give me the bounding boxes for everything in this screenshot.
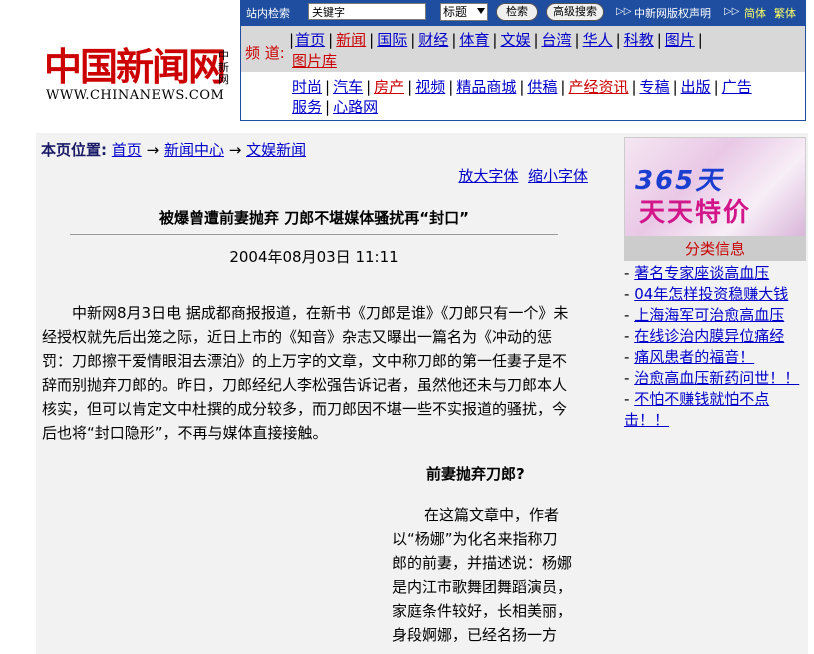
nav-item-video[interactable]: 视频 xyxy=(415,78,445,96)
nav-item-world[interactable]: 国际 xyxy=(377,31,407,49)
simplified-link[interactable]: 简体 xyxy=(744,5,766,21)
nav-line-2b: 服务 | 心路网 xyxy=(292,98,379,116)
breadcrumb-ent-news[interactable]: 文娱新闻 xyxy=(246,141,306,159)
nav-item-finance[interactable]: 财经 xyxy=(418,31,448,49)
nav-item-entertainment[interactable]: 文娱 xyxy=(500,31,530,49)
search-field-value: 标题 xyxy=(443,5,468,19)
nav-item-mall[interactable]: 精品商城 xyxy=(456,78,516,96)
advanced-search-button[interactable]: 高级搜索 xyxy=(546,3,604,21)
site-logo[interactable]: 中国新闻网 中新网 WWW.CHINANEWS.COM xyxy=(40,44,240,108)
nav-item-auto[interactable]: 汽车 xyxy=(333,78,363,96)
search-field-select[interactable]: 标题 xyxy=(440,3,488,21)
breadcrumb: 本页位置: 首页 → 新闻中心 → 文娱新闻 xyxy=(41,139,306,160)
shrink-font-link[interactable]: 缩小字体 xyxy=(528,167,588,185)
article-date: 2004年08月03日 11:11 xyxy=(229,248,399,266)
logo-english: WWW.CHINANEWS.COM xyxy=(46,88,225,103)
classified-link[interactable]: 著名专家座谈高血压 xyxy=(634,264,769,282)
list-item: - 痛风患者的福音！ xyxy=(624,348,755,366)
chevron-down-icon xyxy=(477,8,485,14)
nav-item-taiwan[interactable]: 台湾 xyxy=(542,31,572,49)
search-bar: 站内检索 关键字 标题 检索 高级搜索 ▷▷ 中新网版权声明 ▷▷ 简体 繁体 xyxy=(240,0,806,25)
double-arrow-icon: ▷▷ xyxy=(616,6,632,17)
search-input[interactable]: 关键字 xyxy=(308,3,426,20)
traditional-link[interactable]: 繁体 xyxy=(774,5,796,21)
nav-item-supply[interactable]: 供稿 xyxy=(527,78,557,96)
nav-item-home[interactable]: 首页 xyxy=(295,31,325,49)
classified-link[interactable]: 在线诊治内膜异位痛经 xyxy=(634,327,784,345)
nav-item-overseas[interactable]: 华人 xyxy=(583,31,613,49)
logo-chinese: 中国新闻网 xyxy=(44,44,226,89)
nav-item-xinlu[interactable]: 心路网 xyxy=(333,98,378,116)
nav-line-1: |首页 | 新闻 | 国际 | 财经 | 体育 | 文娱 | 台湾 | 华人 | 科教 | 图片 | xyxy=(289,31,703,49)
search-label: 站内检索 xyxy=(246,7,290,20)
breadcrumb-news-center[interactable]: 新闻中心 xyxy=(164,141,224,159)
nav-item-photos[interactable]: 图片 xyxy=(665,31,695,49)
double-arrow-icon: ▷▷ xyxy=(724,6,740,17)
channel-nav: 频 道: |首页 | 新闻 | 国际 | 财经 | 体育 | 文娱 | 台湾 | 华人 | 科教 | 图片 | 图片库… xyxy=(240,25,806,121)
nav-item-services[interactable]: 服务 xyxy=(292,98,322,116)
nav-item-realestate[interactable]: 房产 xyxy=(374,78,404,96)
nav-item-photo-library[interactable]: 图片库 xyxy=(292,52,337,70)
classified-link[interactable]: 痛风患者的福音！ xyxy=(634,348,754,366)
breadcrumb-home[interactable]: 首页 xyxy=(112,141,142,159)
list-item: - 不怕不赚钱就怕不点击！！ xyxy=(624,390,770,429)
right-sidebar: 365天 天天特价 分类信息 - 著名专家座谈高血压 - 04年怎样投资稳赚大钱… xyxy=(622,133,808,654)
nav-item-industry-info[interactable]: 产经资讯 xyxy=(568,78,628,96)
title-divider xyxy=(70,234,558,235)
list-item: - 在线诊治内膜异位痛经 xyxy=(624,327,785,345)
classified-link[interactable]: 上海海军可治愈高血压 xyxy=(634,306,784,324)
breadcrumb-label: 本页位置: xyxy=(41,141,107,159)
list-item: - 治愈高血压新药问世！！ xyxy=(624,369,800,387)
classified-heading: 分类信息 xyxy=(624,237,806,261)
classified-list: - 著名专家座谈高血压 - 04年怎样投资稳赚大钱 - 上海海军可治愈高血压 -… xyxy=(624,263,806,431)
nav-item-sports[interactable]: 体育 xyxy=(459,31,489,49)
classified-link[interactable]: 04年怎样投资稳赚大钱 xyxy=(634,285,788,303)
nav-item-news[interactable]: 新闻 xyxy=(336,31,366,49)
article-paragraph: 在这篇文章中，作者以“杨娜”为化名来指称刀郎的前妻，并描述说：杨娜是内江市歌舞团… xyxy=(392,506,572,644)
article-title: 被爆曾遭前妻抛弃 刀郎不堪媒体骚扰再“封口” xyxy=(159,209,469,227)
font-size-controls: 放大字体 缩小字体 xyxy=(458,165,588,186)
list-item: - 上海海军可治愈高血压 xyxy=(624,306,785,324)
logo-side-text: 中新网 xyxy=(218,49,229,86)
nav-line-1b: 图片库 xyxy=(291,52,338,71)
breadcrumb-arrow: → xyxy=(228,141,242,159)
nav-item-fashion[interactable]: 时尚 xyxy=(292,78,322,96)
article-panel: 本页位置: 首页 → 新闻中心 → 文娱新闻 放大字体 缩小字体 被爆曾遭前妻抛… xyxy=(36,133,622,654)
nav-line-2: 时尚 | 汽车 | 房产 | 视频 | 精品商城 | 供稿 | 产经资讯 | 专稿 | 出版 | 广告 xyxy=(292,78,752,96)
search-button[interactable]: 检索 xyxy=(496,3,538,21)
classified-link[interactable]: 治愈高血压新药问世！！ xyxy=(634,369,799,387)
list-item: - 04年怎样投资稳赚大钱 xyxy=(624,285,789,303)
nav-item-publishing[interactable]: 出版 xyxy=(681,78,711,96)
article-subheading: 前妻抛弃刀郎? xyxy=(426,465,525,483)
channel-label: 频 道: xyxy=(245,44,285,62)
channel-label-box: 频 道: xyxy=(241,26,287,72)
classified-link[interactable]: 不怕不赚钱就怕不点击！！ xyxy=(624,390,769,429)
copyright-link[interactable]: 中新网版权声明 xyxy=(634,5,711,21)
nav-item-ads[interactable]: 广告 xyxy=(722,78,752,96)
breadcrumb-arrow: → xyxy=(146,141,160,159)
nav-item-features[interactable]: 专稿 xyxy=(640,78,670,96)
nav-item-scitech[interactable]: 科教 xyxy=(624,31,654,49)
ad-banner[interactable]: 365天 天天特价 xyxy=(624,137,806,237)
list-item: - 著名专家座谈高血压 xyxy=(624,264,770,282)
ad-line-2: 天天特价 xyxy=(639,198,752,228)
article-paragraph: 中新网8月3日电 据成都商报报道，在新书《刀郎是谁》《刀郎只有一个》未经授权就先… xyxy=(42,304,569,442)
enlarge-font-link[interactable]: 放大字体 xyxy=(458,167,518,185)
